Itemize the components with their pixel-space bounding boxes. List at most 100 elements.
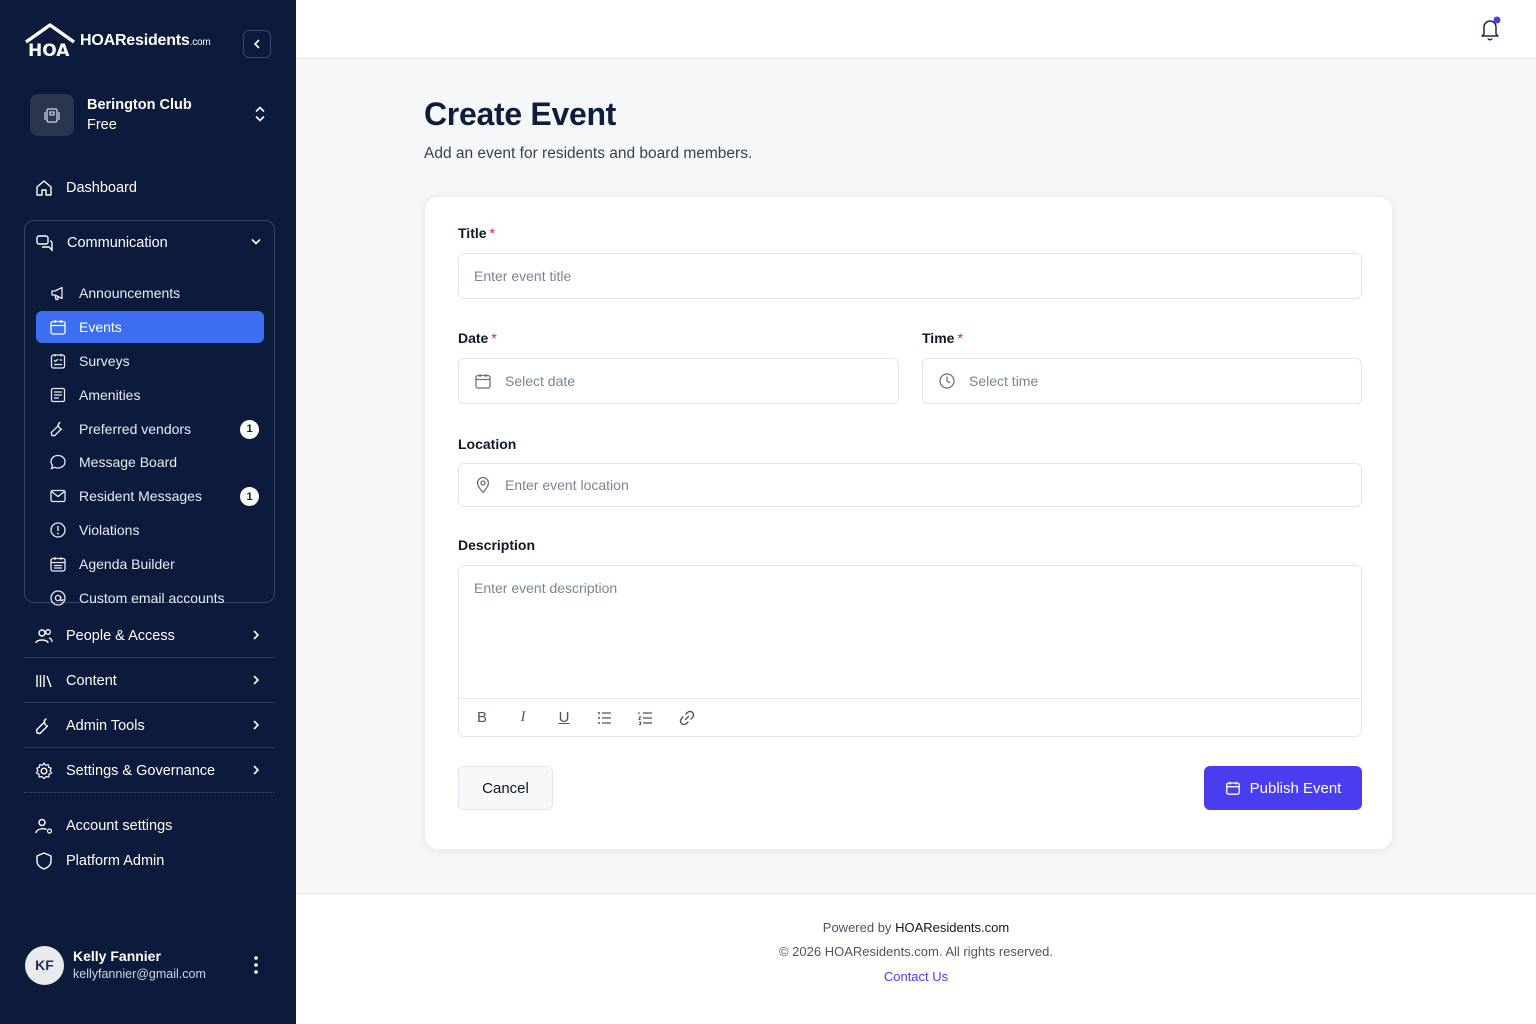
nav-communication[interactable]: Communication	[35, 233, 265, 253]
org-avatar	[30, 94, 74, 136]
calendar-list-icon	[50, 557, 66, 572]
location-placeholder: Enter event location	[505, 477, 629, 493]
publish-event-button[interactable]: Publish Event	[1204, 766, 1362, 810]
page-title: Create Event	[424, 96, 617, 132]
sidebar-item-label: Events	[79, 318, 122, 335]
copyright-text: © 2026 HOAResidents.com. All rights rese…	[778, 944, 1054, 959]
sidebar: HOA HOAResidents.com Berington Club Free…	[0, 0, 296, 1024]
required-mark: *	[489, 225, 495, 241]
calendar-icon	[50, 319, 66, 335]
user-name: Kelly Fannier	[73, 948, 161, 964]
required-mark: *	[491, 330, 497, 346]
collapse-sidebar-button[interactable]	[243, 30, 271, 58]
communication-items: Announcements Events Surveys Amenities Prefe…	[36, 277, 264, 616]
description-editor[interactable]: Enter event description B I U	[458, 565, 1362, 737]
sidebar-item-surveys[interactable]: Surveys	[36, 345, 264, 377]
nav-people-access[interactable]: People & Access	[24, 614, 274, 658]
alert-circle-icon	[50, 522, 66, 538]
time-label: Time *	[922, 330, 963, 346]
amenities-icon	[50, 387, 66, 402]
publish-event-label: Publish Event	[1249, 779, 1342, 797]
brand[interactable]: HOA HOAResidents.com	[24, 22, 211, 60]
nav-settings-governance-label: Settings & Governance	[66, 763, 216, 779]
title-placeholder: Enter event title	[474, 268, 572, 284]
sidebar-item-amenities[interactable]: Amenities	[36, 379, 264, 411]
notification-badge: 1	[240, 487, 259, 507]
mail-icon	[50, 490, 66, 503]
brand-suffix: .com	[189, 37, 211, 48]
time-placeholder: Select time	[969, 373, 1039, 389]
sidebar-divider	[24, 792, 274, 793]
wrench-icon	[50, 421, 62, 437]
nav-communication-label: Communication	[67, 235, 168, 251]
chevron-right-icon	[253, 765, 260, 775]
location-label: Location	[458, 436, 517, 452]
megaphone-icon	[51, 286, 63, 301]
location-input[interactable]: Enter event location	[458, 463, 1362, 507]
page-subtitle: Add an event for residents and board mem…	[424, 145, 753, 162]
underline-icon[interactable]: U	[555, 709, 573, 727]
avatar: KF	[25, 945, 64, 985]
time-picker[interactable]: Select time	[922, 358, 1362, 404]
calendar-icon	[1225, 781, 1240, 795]
bullet-list-icon[interactable]	[596, 709, 614, 727]
nav-account-settings[interactable]: Account settings	[24, 811, 274, 841]
shield-icon	[36, 852, 52, 870]
nav-dashboard[interactable]: Dashboard	[24, 170, 274, 206]
sidebar-item-custom-email-accounts[interactable]: Custom email accounts	[36, 582, 264, 614]
wrench-icon	[35, 717, 49, 734]
sidebar-item-agenda-builder[interactable]: Agenda Builder	[36, 548, 264, 580]
title-label: Title *	[458, 225, 495, 241]
library-icon	[36, 674, 52, 687]
gear-icon	[35, 762, 53, 780]
brand-name: HOAResidents	[80, 32, 190, 49]
sidebar-item-label: Violations	[79, 522, 140, 539]
sidebar-item-label: Agenda Builder	[79, 556, 175, 573]
date-picker[interactable]: Select date	[458, 358, 899, 404]
link-icon[interactable]	[678, 709, 696, 727]
sidebar-item-announcements[interactable]: Announcements	[36, 277, 264, 309]
nav-content-label: Content	[66, 672, 117, 689]
home-icon	[36, 180, 52, 196]
user-profile[interactable]: KF Kelly Fannier kellyfannier@gmail.com	[25, 944, 275, 986]
numbered-list-icon[interactable]	[637, 709, 655, 727]
sidebar-item-events[interactable]: Events	[36, 310, 264, 343]
bell-icon[interactable]	[1478, 16, 1502, 42]
footer: Powered by HOAResidents.com © 2026 HOARe…	[296, 893, 1536, 1024]
description-placeholder: Enter event description	[474, 580, 618, 596]
top-bar	[296, 0, 1536, 59]
date-placeholder: Select date	[505, 373, 576, 389]
nav-admin-tools[interactable]: Admin Tools	[24, 704, 274, 748]
sidebar-item-label: Amenities	[79, 386, 141, 403]
sidebar-item-violations[interactable]: Violations	[36, 514, 264, 546]
chevron-right-icon	[253, 630, 260, 640]
sidebar-item-message-board[interactable]: Message Board	[36, 446, 264, 478]
map-pin-icon	[476, 476, 490, 494]
nav-content[interactable]: Content	[24, 659, 274, 703]
sidebar-item-label: Preferred vendors	[79, 420, 192, 437]
sidebar-item-preferred-vendors[interactable]: Preferred vendors 1	[36, 413, 264, 445]
contact-us-link[interactable]: Contact Us	[296, 969, 1536, 984]
clock-icon	[939, 373, 955, 389]
nav-platform-admin[interactable]: Platform Admin	[24, 846, 274, 876]
building-icon	[44, 108, 60, 123]
powered-brand: HOAResidents.com	[895, 920, 1010, 935]
chevron-left-icon	[253, 39, 260, 49]
user-settings-icon	[35, 818, 53, 834]
sidebar-item-resident-messages[interactable]: Resident Messages 1	[36, 480, 264, 512]
bold-icon[interactable]: B	[473, 709, 491, 727]
chevron-up-down-icon	[255, 106, 265, 122]
editor-toolbar: B I U	[459, 698, 1361, 736]
date-label: Date *	[458, 330, 497, 346]
org-switcher[interactable]: Berington Club Free	[30, 93, 270, 137]
chevron-right-icon	[253, 720, 260, 730]
nav-settings-governance[interactable]: Settings & Governance	[24, 749, 274, 793]
italic-icon[interactable]: I	[514, 709, 532, 727]
sidebar-item-label: Resident Messages	[79, 488, 202, 505]
nav-platform-admin-label: Platform Admin	[66, 853, 165, 869]
cancel-button[interactable]: Cancel	[458, 766, 553, 810]
more-vertical-icon[interactable]	[253, 955, 259, 975]
description-label: Description	[458, 537, 536, 553]
title-input[interactable]: Enter event title	[458, 253, 1362, 299]
sidebar-item-label: Message Board	[79, 454, 178, 471]
